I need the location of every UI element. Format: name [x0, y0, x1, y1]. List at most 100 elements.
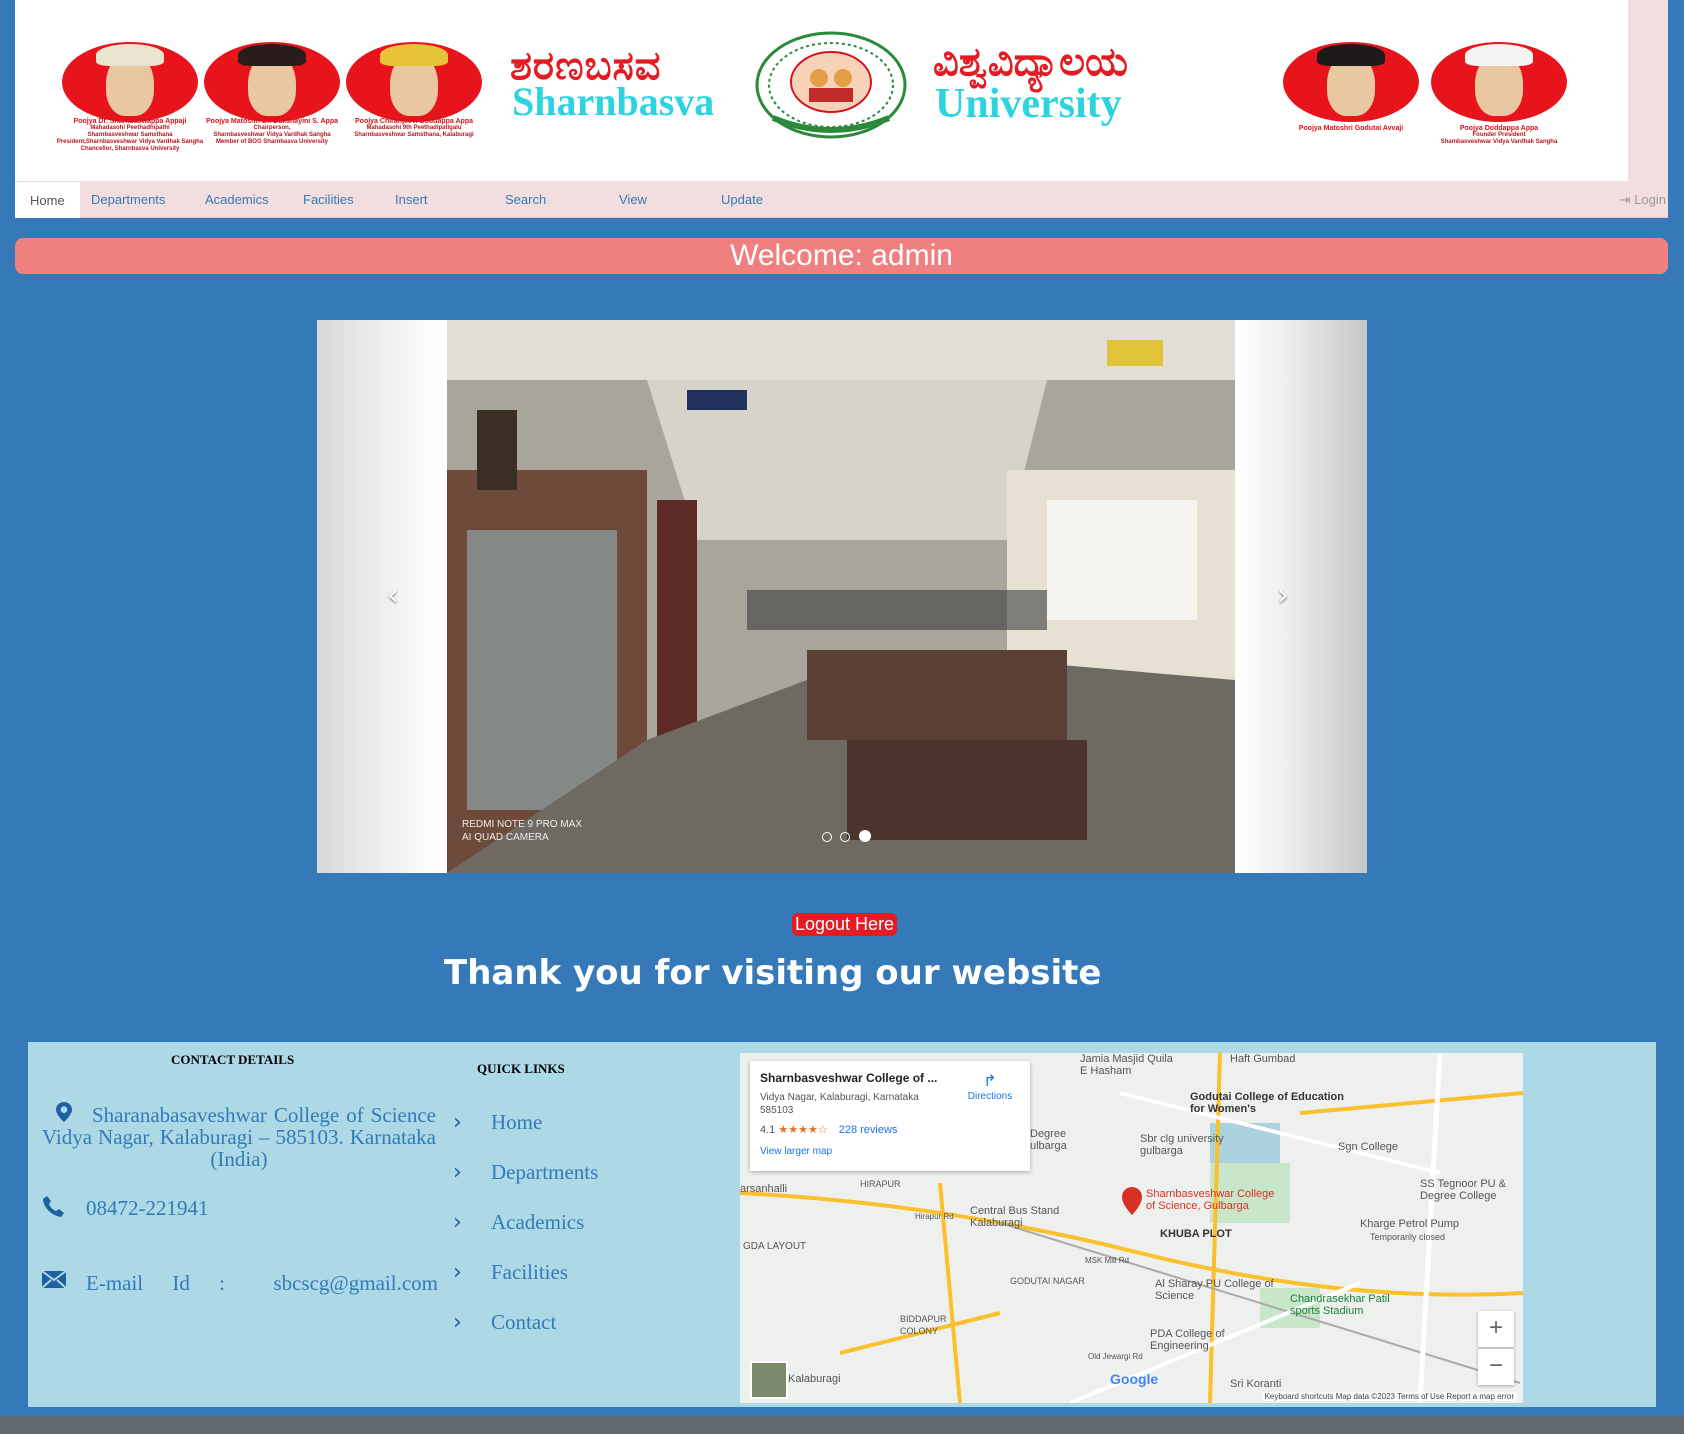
- nav-search-records[interactable]: Search Records: [490, 181, 568, 244]
- map-pin-label: Sharnbasveshwar College of Science, Gulb…: [1146, 1188, 1275, 1212]
- portrait-doddappa-appa: [1431, 42, 1567, 122]
- library-photo: REDMI NOTE 9 PRO MAX AI QUAD CAMERA: [447, 320, 1235, 873]
- map-label: Degree ulbarga: [1030, 1128, 1067, 1152]
- quick-link-label: Contact: [491, 1310, 557, 1334]
- caption-1: Poojya Dr. Sharnbaswappa Appaji Mahadaso…: [55, 118, 205, 153]
- chevron-right-icon: ›: [453, 1210, 462, 1235]
- nav-label: Academics: [205, 192, 269, 207]
- quick-link-facilities[interactable]: › Facilities: [453, 1260, 568, 1285]
- nav-update-records[interactable]: Update Records: [706, 181, 784, 244]
- chevron-right-icon: ›: [453, 1160, 462, 1185]
- nav-home[interactable]: Home: [15, 181, 80, 218]
- carousel-indicator-2[interactable]: [840, 832, 851, 842]
- caption-lines: Founder President Shambasveshwar Vidya V…: [1440, 132, 1558, 145]
- email-link[interactable]: sbcscg@gmail.com: [273, 1271, 438, 1296]
- address-text: Sharanabasaveshwar College of Science Vi…: [42, 1103, 436, 1171]
- place-title: Sharnbasveshwar College of ...: [760, 1071, 938, 1085]
- quick-link-contact[interactable]: › Contact: [453, 1310, 556, 1335]
- caption-name: Poojya Doddappa Appa: [1459, 125, 1539, 132]
- caption-lines: Mahadasohi 9th Peethadipatigalu Sharnbas…: [354, 125, 474, 138]
- login-link[interactable]: ⇥ Login: [1620, 181, 1668, 218]
- directions-icon: ↱: [983, 1073, 997, 1090]
- title-english-right: University: [935, 81, 1122, 127]
- carousel-indicator-1[interactable]: [822, 832, 832, 842]
- nav-academics[interactable]: Academics: [190, 181, 284, 240]
- caption-lines: Chairperson, Sharnbasveshwar Vidya Vardh…: [213, 125, 331, 145]
- login-icon: ⇥: [1619, 192, 1631, 207]
- nav-facilities[interactable]: Facilities: [288, 181, 369, 240]
- camera-watermark: REDMI NOTE 9 PRO MAX AI QUAD CAMERA: [462, 818, 582, 844]
- place-address: Vidya Nagar, Kalaburagi, Karnataka 58510…: [760, 1092, 919, 1116]
- zoom-in-button[interactable]: +: [1478, 1311, 1514, 1347]
- image-carousel: REDMI NOTE 9 PRO MAX AI QUAD CAMERA ‹ ›: [317, 320, 1367, 873]
- portrait-godutai-avvaji: [1283, 42, 1419, 122]
- bottom-bar: [0, 1416, 1684, 1434]
- nav-view-records[interactable]: View Records: [604, 181, 682, 244]
- caption-name: Poojya Matoshri Godutai Avvaji: [1298, 125, 1404, 132]
- star-rating-icon: ★★★★☆: [778, 1124, 828, 1136]
- carousel-indicator-3[interactable]: [858, 830, 871, 842]
- place-card: Sharnbasveshwar College of ... Vidya Nag…: [750, 1061, 1030, 1171]
- email-label: E-mail Id :: [86, 1271, 225, 1295]
- nav-label: Update Records: [721, 192, 770, 244]
- welcome-banner: Welcome: admin: [15, 238, 1668, 274]
- envelope-icon: [42, 1271, 66, 1288]
- header-banner: Poojya Dr. Sharnbaswappa Appaji Mahadaso…: [15, 0, 1628, 181]
- map-label: Kharge Petrol Pump: [1360, 1218, 1460, 1230]
- map-label: HIRAPUR: [860, 1179, 901, 1189]
- map-label: SS Tegnoor PU & Degree College: [1420, 1178, 1507, 1202]
- nav-label: Insert Records: [395, 192, 444, 244]
- carousel-prev-button[interactable]: ‹: [387, 578, 399, 613]
- nav-departments[interactable]: Departments: [76, 181, 180, 240]
- quick-link-academics[interactable]: › Academics: [453, 1210, 584, 1235]
- quick-links-heading: QUICK LINKS: [477, 1061, 565, 1076]
- map-label: Godutai College of Education for Women's: [1190, 1091, 1344, 1115]
- banner-edge: [1628, 0, 1668, 181]
- quick-link-label: Home: [491, 1110, 543, 1134]
- directions-button[interactable]: ↱ Directions: [960, 1071, 1020, 1102]
- thank-you-text: Thank you for visiting our website: [444, 953, 1102, 993]
- quick-link-home[interactable]: › Home: [453, 1110, 542, 1135]
- carousel-right-gradient: [1235, 320, 1367, 873]
- title-english-left: Sharnbasva: [512, 79, 715, 124]
- logout-button[interactable]: Logout Here: [792, 913, 898, 936]
- phone-icon: [43, 1196, 64, 1217]
- map-label: Kalaburagi: [788, 1373, 841, 1385]
- quick-link-departments[interactable]: › Departments: [453, 1160, 598, 1185]
- reviews-link[interactable]: 228 reviews: [839, 1124, 898, 1136]
- caption-lines: Mahadasohi Peethadhipathi Sharnbasveshwa…: [56, 125, 204, 152]
- zoom-out-button[interactable]: −: [1478, 1349, 1514, 1385]
- portrait-chiranjeevi-doddappa: [346, 42, 482, 122]
- portrait-sharnbaswappa-appaji: [62, 42, 198, 122]
- rating-value: 4.1: [760, 1124, 776, 1136]
- map-label: BIDDAPUR COLONY: [900, 1314, 947, 1336]
- footer: CONTACT DETAILS Sharanabasaveshwar Colle…: [28, 1042, 1656, 1407]
- caption-name: Poojya Dr. Sharnbaswappa Appaji: [73, 118, 187, 125]
- google-map-embed[interactable]: Sharnbasveshwar College of ... Vidya Nag…: [740, 1053, 1523, 1403]
- map-label: GDA LAYOUT: [743, 1241, 807, 1252]
- place-rating: 4.1 ★★★★☆ 228 reviews: [760, 1123, 897, 1136]
- caption-5: Poojya Doddappa Appa Founder President S…: [1424, 125, 1574, 146]
- map-label: Al Sharay PU College of Science: [1155, 1278, 1274, 1302]
- portrait-dakshayini-appa: [204, 42, 340, 122]
- carousel-next-button[interactable]: ›: [1277, 578, 1289, 613]
- nav-label: Home: [30, 193, 65, 208]
- map-label: Chandrasekhar Patil sports Stadium: [1290, 1293, 1390, 1317]
- quick-link-label: Academics: [491, 1210, 585, 1234]
- map-attribution[interactable]: Keyboard shortcuts Map data ©2023 Terms …: [1261, 1392, 1517, 1401]
- university-seal-icon: [755, 31, 907, 139]
- satellite-toggle[interactable]: [750, 1361, 788, 1399]
- map-label: Hirapur Rd: [915, 1212, 954, 1221]
- map-label: Central Bus Stand Kalaburagi: [970, 1205, 1060, 1229]
- caption-2: Poojya Matoshri Dr. Dakshayini S. Appa C…: [197, 118, 347, 146]
- caption-3: Poojya Chiranjeevi Doddappa Appa Mahadas…: [339, 118, 489, 139]
- view-larger-map-link[interactable]: View larger map: [760, 1146, 832, 1157]
- chevron-right-icon: ›: [453, 1310, 462, 1335]
- map-label: Sgn College: [1338, 1141, 1398, 1153]
- caption-name: Poojya Matoshri Dr. Dakshayini S. Appa: [206, 118, 338, 125]
- navbar: Home Departments Academics Facilities In…: [15, 181, 1668, 244]
- nav-insert-records[interactable]: Insert Records: [380, 181, 458, 244]
- map-label: Temporarily closed: [1370, 1232, 1446, 1242]
- carousel-left-gradient: [317, 320, 447, 873]
- watermark-line2: AI QUAD CAMERA: [462, 832, 549, 843]
